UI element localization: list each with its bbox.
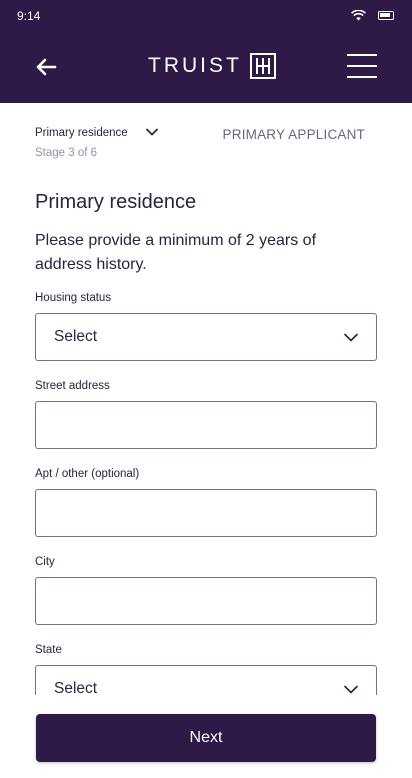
wifi-icon: [351, 10, 366, 21]
apt-other-label: Apt / other (optional): [35, 468, 140, 480]
city-field[interactable]: [35, 577, 377, 625]
stage-title: Primary residence: [35, 127, 128, 139]
housing-status-select[interactable]: Select: [35, 313, 377, 361]
bottom-action-bar: Next: [0, 695, 412, 778]
apt-other-input[interactable]: [36, 490, 376, 536]
housing-status-value: Select: [54, 328, 98, 345]
hamburger-menu-icon[interactable]: [347, 53, 377, 79]
street-address-field[interactable]: [35, 401, 377, 449]
status-bar: 9:14: [0, 0, 412, 32]
street-address-input[interactable]: [36, 402, 376, 448]
status-time: 9:14: [17, 9, 41, 23]
chevron-down-icon[interactable]: [146, 128, 158, 136]
truist-logo-mark: [249, 53, 276, 79]
truist-logo: TRUIST: [148, 53, 276, 79]
chevron-down-icon: [344, 685, 358, 694]
applicant-label: PRIMARY APPLICANT: [222, 127, 365, 142]
battery-icon: [378, 11, 394, 20]
stage-indicator: Primary residence Stage 3 of 6 PRIMARY A…: [35, 124, 377, 164]
arrow-left-icon[interactable]: [33, 54, 59, 80]
section-title: Primary residence: [35, 191, 197, 213]
city-input[interactable]: [36, 578, 376, 624]
next-button[interactable]: Next: [36, 714, 376, 762]
city-label: City: [35, 556, 55, 568]
apt-other-field[interactable]: [35, 489, 377, 537]
street-address-label: Street address: [35, 380, 110, 392]
app-header: 9:14 TRUIST: [0, 0, 412, 103]
housing-status-label: Housing status: [35, 292, 112, 304]
state-label: State: [35, 644, 62, 656]
instructions-text: Please provide a minimum of 2 years of a…: [35, 232, 317, 273]
stage-progress: Stage 3 of 6: [35, 147, 98, 159]
brand-name: TRUIST: [148, 54, 242, 77]
chevron-down-icon: [344, 333, 358, 342]
